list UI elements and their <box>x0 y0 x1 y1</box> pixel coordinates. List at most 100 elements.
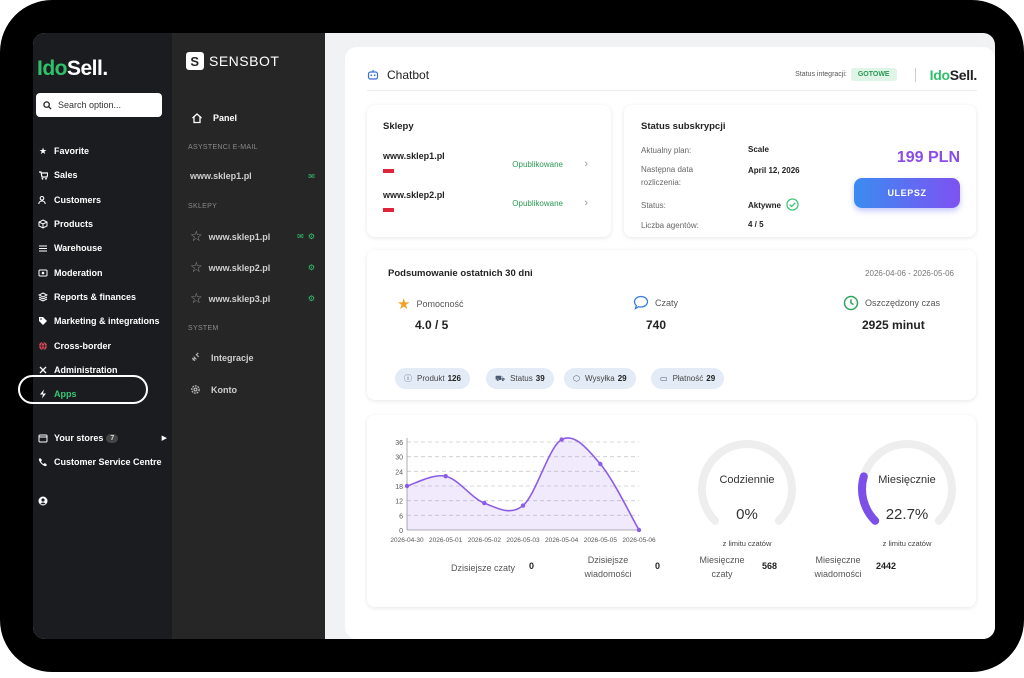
chevron-right-icon[interactable]: › <box>584 158 588 170</box>
status-text: Aktywne <box>748 201 781 210</box>
topic-chip-produkt[interactable]: ⓘ Produkt 126 <box>395 368 470 389</box>
shop-item[interactable]: ☆ www.sklep2.pl ⚙ <box>190 259 315 276</box>
search-icon <box>43 100 52 110</box>
stat-month-chats-label: Miesięczne czaty <box>692 553 752 581</box>
nav-label: Cross-border <box>54 340 112 351</box>
stat-today-chats-label: Dzisiejsze czaty <box>451 563 516 573</box>
star-icon: ★ <box>397 296 411 313</box>
nav-label: Your stores <box>54 433 104 444</box>
email-assistant-item[interactable]: www.sklep1.pl ✉ <box>190 171 315 181</box>
tools-icon <box>37 364 49 376</box>
nav-label: Customer Service Centre <box>54 457 162 468</box>
nav-panel[interactable]: Panel <box>191 112 237 124</box>
section-system-heading: SYSTEM <box>188 325 219 332</box>
logo-part: Ido <box>37 57 68 80</box>
chip-label: Produkt <box>417 374 445 383</box>
nav-item-profile[interactable] <box>37 489 167 513</box>
info-icon: ⓘ <box>404 374 412 383</box>
gear-icon <box>191 385 200 394</box>
topic-chip-status[interactable]: ⛟ Status 39 <box>486 368 554 389</box>
shop-row[interactable]: www.sklep2.pl Opublikowane › <box>383 190 588 212</box>
stat-month-messages-label: Miesięczne wiadomości <box>808 553 868 581</box>
series-area <box>407 437 639 530</box>
stat-label-line: czaty <box>711 569 733 579</box>
metric-label: Pomocność <box>416 299 464 309</box>
metric-label: Czaty <box>655 297 679 308</box>
gauge-monthly-percent: 22.7% <box>885 506 929 523</box>
section-email-heading: ASYSTENCI E-MAIL <box>188 144 258 151</box>
status-label: Status: <box>641 201 666 210</box>
nav-item-cross-border[interactable]: Cross-border <box>37 333 172 357</box>
data-point <box>559 437 564 442</box>
chip-label: Wysyłka <box>584 374 615 383</box>
logo-part: Ido <box>929 66 950 83</box>
nav-konto-label: Konto <box>211 384 237 395</box>
shop-row[interactable]: www.sklep1.pl Opublikowane › <box>383 151 588 173</box>
shop-item[interactable]: ☆ www.sklep3.pl ⚙ <box>190 290 315 307</box>
y-tick-label: 30 <box>395 455 403 462</box>
stat-label-line: wiadomości <box>584 569 632 579</box>
subscription-title: Status subskrypcji <box>641 121 726 132</box>
metric-chats-value: 740 <box>646 318 667 332</box>
nav-item-reports[interactable]: Reports & finances <box>37 285 172 309</box>
star-icon: ★ <box>38 145 48 156</box>
poland-flag-icon <box>383 169 394 173</box>
nav-item-your-stores[interactable]: Your stores 7 ▶ <box>37 426 167 450</box>
apps-highlight-ring <box>18 375 148 404</box>
divider <box>914 67 916 82</box>
shop-item[interactable]: ☆ www.sklep1.pl ✉ ⚙ <box>190 228 315 245</box>
nav-item-products[interactable]: Products <box>37 212 172 236</box>
summary-date-range: 2026-04-06 - 2026-05-06 <box>865 269 954 278</box>
shops-card: Sklepy www.sklep1.pl Opublikowane › www.… <box>367 105 611 237</box>
nav-item-marketing[interactable]: Marketing & integrations <box>37 309 172 333</box>
stat-label-line: Miesięczne <box>699 555 745 565</box>
idosell-logo: IdoSell. <box>37 57 108 81</box>
poland-flag-icon <box>383 208 394 212</box>
star-outline-icon: ☆ <box>190 259 203 275</box>
nav-item-warehouse[interactable]: Warehouse <box>37 236 172 260</box>
nav-item-customers[interactable]: Customers <box>37 188 172 212</box>
chip-count: 39 <box>535 374 545 383</box>
chevron-right-icon[interactable]: › <box>584 197 588 209</box>
nav-label: Reports & finances <box>54 291 137 302</box>
search-input[interactable]: Search option... <box>36 93 162 117</box>
chatbot-header: Chatbot Status integracji: GOTOWE IdoSel… <box>367 65 977 91</box>
chip-count: 29 <box>617 374 627 383</box>
box-icon <box>37 218 49 230</box>
phone-icon <box>37 456 49 468</box>
section-shops-heading: SKLEPY <box>188 203 218 210</box>
nav-konto[interactable]: Konto <box>190 384 315 395</box>
chip-label: Status <box>510 374 533 383</box>
integration-status-label: Status integracji: <box>795 71 847 78</box>
users-icon <box>37 194 49 206</box>
integration-status-badge: GOTOWE <box>850 68 897 81</box>
main-panel: Chatbot Status integracji: GOTOWE IdoSel… <box>345 47 995 639</box>
nav-item-moderation[interactable]: Moderation <box>37 260 172 284</box>
sensbot-logo-icon: S <box>186 52 204 70</box>
stat-today-messages-value: 0 <box>655 561 661 571</box>
nav-item-favorite[interactable]: ★ Favorite <box>37 139 172 163</box>
stat-today-chats-value: 0 <box>529 561 535 571</box>
next-billing-label: Następna data rozliczenia: <box>641 165 694 187</box>
x-tick-label: 2026-05-04 <box>545 537 579 544</box>
upgrade-button[interactable]: ULEPSZ <box>854 178 960 208</box>
shop-status: Opublikowane <box>512 160 563 169</box>
email-store-label: www.sklep1.pl <box>190 171 252 181</box>
y-tick-label: 36 <box>395 440 403 447</box>
nav-item-service-centre[interactable]: Customer Service Centre <box>37 450 167 474</box>
mail-icon: ✉ <box>308 171 315 181</box>
x-tick-label: 2026-04-30 <box>390 537 424 544</box>
nav-integracje[interactable]: Integracje <box>190 352 315 363</box>
plan-value: Scale <box>748 145 769 154</box>
nav-item-sales[interactable]: Sales <box>37 163 172 187</box>
summary-title: Podsumowanie ostatnich 30 dni <box>388 268 533 279</box>
tag-icon <box>37 315 49 327</box>
shops-card-title: Sklepy <box>383 121 414 132</box>
topic-chip-wysylka[interactable]: ⬡ Wysyłka 29 <box>564 368 636 389</box>
check-circle-icon <box>786 198 799 211</box>
topic-chip-platnosc[interactable]: ▭ Płatność 29 <box>651 368 725 389</box>
stat-month-chats-value: 568 <box>762 561 778 571</box>
stat-month-messages-value: 2442 <box>876 561 897 571</box>
idosell-bottom-nav: Your stores 7 ▶ Customer Service Centre <box>37 426 167 513</box>
metric-label: Oszczędzony czas <box>865 298 941 308</box>
